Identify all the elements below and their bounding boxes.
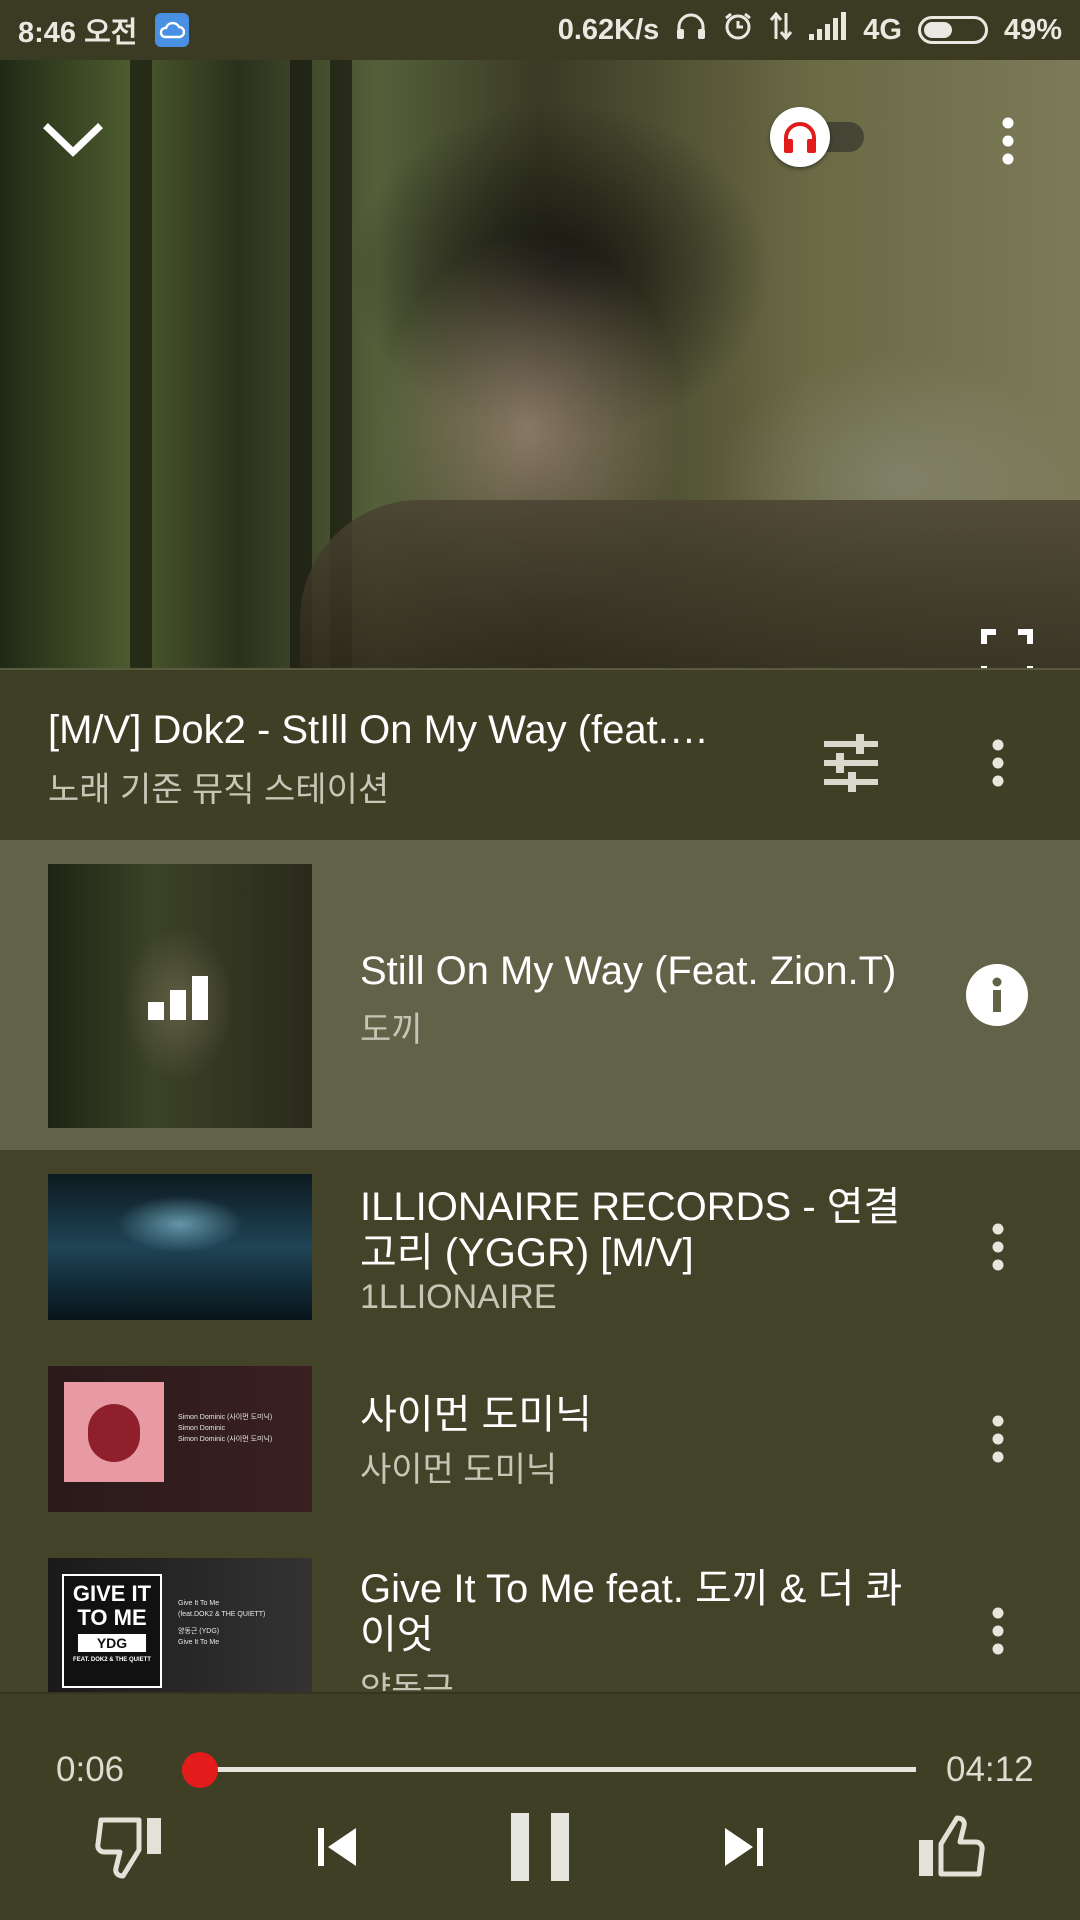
thumbnail-text-line: GIVE IT bbox=[72, 1581, 152, 1606]
thumbnail-text-line: YDG bbox=[78, 1634, 146, 1652]
now-playing-subtitle: 노래 기준 뮤직 스테이션 bbox=[48, 771, 390, 809]
album-art-shape bbox=[88, 1404, 140, 1462]
skip-next-icon bbox=[725, 1828, 763, 1866]
thumbnail-text-line: Simon Dominic bbox=[178, 1425, 226, 1432]
now-playing-title[interactable]: [M/V] Dok2 - StIll On My Way (feat.… bbox=[48, 708, 728, 753]
now-playing-header: [M/V] Dok2 - StIll On My Way (feat.… 노래 … bbox=[0, 668, 1080, 840]
toggle-knob bbox=[770, 107, 830, 167]
signal-icon bbox=[809, 12, 847, 48]
queue-item[interactable]: ILLIONAIRE RECORDS - 연결고리 (YGGR) [M/V] 1… bbox=[0, 1150, 1080, 1342]
fullscreen-icon bbox=[981, 629, 1033, 668]
now-playing-more-button[interactable] bbox=[980, 728, 1016, 798]
info-button[interactable] bbox=[966, 964, 1028, 1026]
video-frame-detail bbox=[300, 500, 1080, 668]
queue-item[interactable]: Simon Dominic (사이먼 도미닉) Simon Dominic Si… bbox=[0, 1342, 1080, 1534]
headset-icon bbox=[675, 11, 707, 49]
more-vert-icon bbox=[1002, 117, 1014, 165]
fullscreen-button[interactable] bbox=[980, 628, 1034, 668]
tune-button[interactable] bbox=[816, 728, 886, 798]
thumbnail-text-line: Give It To Me bbox=[178, 1600, 220, 1607]
duration-time: 04:12 bbox=[946, 1750, 1034, 1789]
player-controls: 0:06 04:12 bbox=[0, 1692, 1080, 1920]
chevron-down-icon bbox=[43, 123, 103, 157]
thumbnail-text-line: Simon Dominic (사이먼 도미닉) bbox=[178, 1436, 273, 1443]
headphones-icon bbox=[784, 122, 816, 153]
album-art: GIVE IT TO ME YDG FEAT. DOK2 & THE QUIET… bbox=[62, 1574, 162, 1688]
thumbs-down-icon bbox=[95, 1817, 161, 1879]
more-vert-icon bbox=[992, 739, 1004, 787]
queue-item-title: Still On My Way (Feat. Zion.T) bbox=[360, 949, 897, 993]
thumbnail-text: Give It To Me (feat.DOK2 & THE QUIETT) 양… bbox=[178, 1598, 265, 1648]
like-button[interactable] bbox=[904, 1802, 994, 1892]
queue-item-artist: 양동근 bbox=[360, 1671, 454, 1692]
info-icon bbox=[992, 977, 1002, 1012]
thumbnail-text: Simon Dominic (사이먼 도미닉) Simon Dominic Si… bbox=[178, 1412, 272, 1445]
video-more-button[interactable] bbox=[990, 106, 1026, 176]
queue-item-playing[interactable]: Still On My Way (Feat. Zion.T) 도끼 bbox=[0, 840, 1080, 1150]
queue-item-title: ILLIONAIRE RECORDS - 연결고리 (YGGR) [M/V] bbox=[360, 1185, 901, 1275]
more-vert-icon bbox=[992, 1223, 1004, 1271]
skip-previous-icon bbox=[318, 1828, 356, 1866]
seek-track bbox=[182, 1767, 916, 1772]
queue-item-title: Give It To Me feat. 도끼 & 더 콰이엇 bbox=[360, 1567, 903, 1657]
battery-fill bbox=[923, 22, 953, 38]
queue-item-artist: 1LLIONAIRE bbox=[360, 1278, 557, 1316]
tune-icon bbox=[824, 734, 878, 792]
more-vert-icon bbox=[992, 1607, 1004, 1655]
seek-bar[interactable] bbox=[166, 1750, 916, 1790]
cloud-icon bbox=[155, 13, 190, 47]
thumbs-up-icon bbox=[919, 1815, 985, 1877]
video-frame-detail bbox=[130, 60, 152, 668]
thumbnail-text-line: Give It To Me bbox=[178, 1639, 220, 1646]
queue-item-more-button[interactable] bbox=[980, 1212, 1016, 1282]
thumbnail: Simon Dominic (사이먼 도미닉) Simon Dominic Si… bbox=[48, 1366, 312, 1512]
network-speed: 0.62K/s bbox=[557, 13, 660, 46]
audio-only-toggle[interactable] bbox=[770, 104, 866, 168]
next-button[interactable] bbox=[699, 1802, 789, 1892]
elapsed-time: 0:06 bbox=[56, 1750, 125, 1789]
thumbnail bbox=[48, 1174, 312, 1320]
queue-item[interactable]: GIVE IT TO ME YDG FEAT. DOK2 & THE QUIET… bbox=[0, 1534, 1080, 1692]
thumbnail-text-line: Simon Dominic (사이먼 도미닉) bbox=[178, 1414, 273, 1421]
thumbnail-text-line: FEAT. DOK2 & THE QUIETT bbox=[73, 1657, 151, 1663]
status-bar: 8:46 오전 0.62K/s 4G 49% bbox=[0, 0, 1080, 60]
pause-button[interactable] bbox=[495, 1802, 585, 1892]
queue-item-title: 사이먼 도미닉 bbox=[360, 1393, 592, 1437]
data-transfer-icon bbox=[769, 11, 793, 49]
previous-button[interactable] bbox=[292, 1802, 382, 1892]
collapse-button[interactable] bbox=[38, 106, 108, 176]
status-time: 8:46 오전 bbox=[18, 17, 138, 49]
thumbnail-text-line: TO ME bbox=[77, 1605, 147, 1630]
thumbnail bbox=[48, 864, 312, 1128]
pause-icon bbox=[511, 1813, 569, 1881]
more-vert-icon bbox=[992, 1415, 1004, 1463]
thumbnail-text-line: (feat.DOK2 & THE QUIETT) bbox=[178, 1611, 266, 1618]
thumbnail-text-line: 양동근 (YDG) bbox=[178, 1628, 220, 1635]
queue-item-artist: 사이먼 도미닉 bbox=[360, 1451, 558, 1489]
album-art bbox=[64, 1382, 164, 1482]
network-type: 4G bbox=[863, 13, 902, 46]
queue-item-artist: 도끼 bbox=[360, 1011, 423, 1049]
queue-item-more-button[interactable] bbox=[980, 1404, 1016, 1474]
dislike-button[interactable] bbox=[86, 1802, 176, 1892]
battery-percent: 49% bbox=[1003, 13, 1062, 46]
queue-item-more-button[interactable] bbox=[980, 1596, 1016, 1666]
thumbnail: GIVE IT TO ME YDG FEAT. DOK2 & THE QUIET… bbox=[48, 1558, 312, 1692]
equalizer-playing-icon bbox=[148, 976, 208, 1020]
video-player[interactable] bbox=[0, 60, 1080, 668]
alarm-icon bbox=[723, 11, 753, 49]
battery-icon bbox=[917, 16, 988, 44]
queue-list[interactable]: Still On My Way (Feat. Zion.T) 도끼 ILLION… bbox=[0, 840, 1080, 1692]
seek-handle[interactable] bbox=[181, 1752, 218, 1788]
